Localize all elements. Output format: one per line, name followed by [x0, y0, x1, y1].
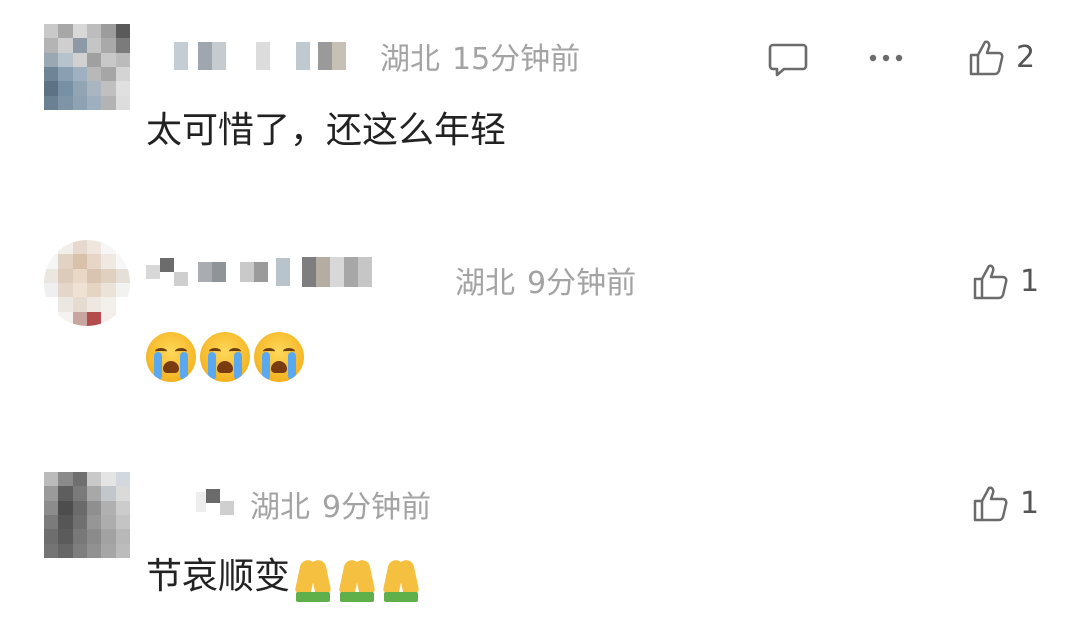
comment-meta: 湖北 15分钟前 [380, 40, 580, 80]
comment-meta: 湖北 9分钟前 [250, 488, 431, 528]
avatar[interactable] [44, 240, 130, 326]
location-label: 湖北 [380, 42, 440, 77]
more-button[interactable] [868, 52, 904, 64]
folded-hands-icon [292, 556, 334, 602]
folded-hands-icon [336, 556, 378, 602]
location-label: 湖北 [250, 490, 310, 525]
avatar[interactable] [44, 472, 130, 558]
thumbs-up-icon [969, 40, 1004, 76]
comment-bubble-icon [768, 43, 808, 77]
like-button[interactable]: 1 [972, 484, 1039, 524]
like-count: 2 [1016, 40, 1036, 75]
crying-face-icon [200, 332, 250, 382]
thumbs-up-icon [973, 264, 1008, 300]
folded-hands-icon [380, 556, 422, 602]
emoji-row [146, 332, 304, 382]
thumbs-up-icon [973, 486, 1008, 522]
comment-text: 太可惜了，还这么年轻 [146, 110, 507, 151]
location-label: 湖北 [455, 266, 515, 301]
timestamp: 9分钟前 [527, 266, 637, 301]
comment-text: 节哀顺变 [146, 556, 291, 597]
timestamp: 15分钟前 [452, 42, 581, 77]
comment-meta: 湖北 9分钟前 [455, 264, 636, 304]
ellipsis-icon [869, 54, 903, 62]
username[interactable] [146, 256, 372, 288]
like-button[interactable]: 1 [972, 262, 1039, 302]
timestamp: 9分钟前 [322, 490, 432, 525]
like-count: 1 [1020, 486, 1040, 521]
crying-face-icon [254, 332, 304, 382]
like-button[interactable]: 2 [968, 38, 1035, 78]
username[interactable] [160, 40, 346, 72]
username[interactable] [196, 486, 234, 518]
avatar[interactable] [44, 24, 130, 110]
reply-button[interactable] [768, 42, 808, 78]
like-count: 1 [1020, 264, 1040, 299]
comment-text-row: 节哀顺变 [146, 552, 422, 602]
crying-face-icon [146, 332, 196, 382]
